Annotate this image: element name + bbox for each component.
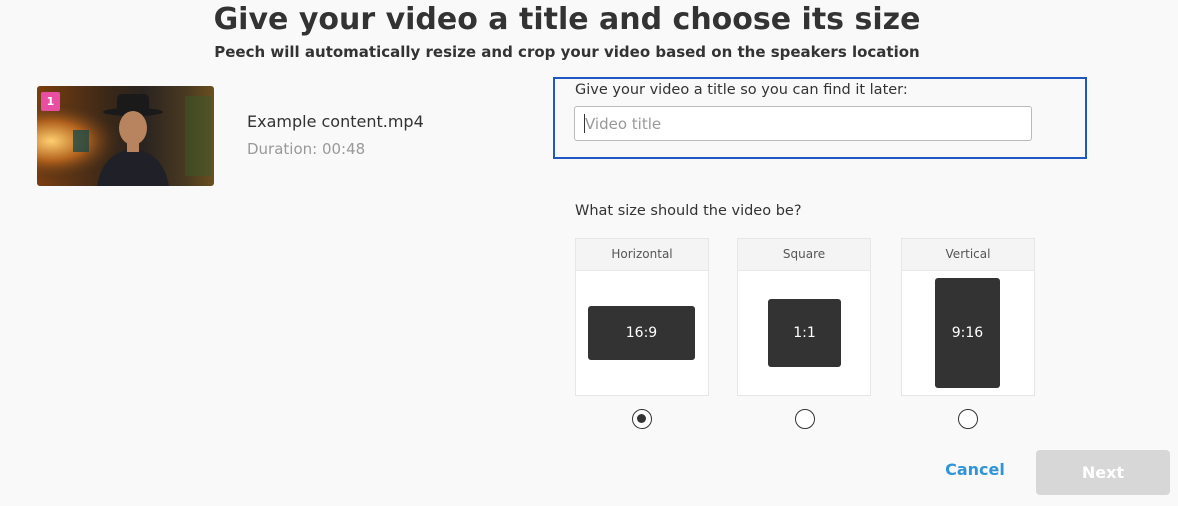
size-option-horizontal-label: Horizontal [576,239,708,271]
radio-square[interactable] [795,409,815,429]
ratio-16-9-preview: 16:9 [588,306,695,360]
video-file-name: Example content.mp4 [247,112,424,131]
next-button[interactable]: Next [1036,450,1170,495]
text-caret [584,114,585,133]
video-duration: Duration: 00:48 [247,140,366,158]
video-title-input[interactable] [574,106,1032,141]
size-option-square-label: Square [738,239,870,271]
radio-vertical[interactable] [958,409,978,429]
size-option-horizontal[interactable]: Horizontal 16:9 [575,238,709,396]
ratio-1-1-preview: 1:1 [768,299,841,367]
size-option-vertical-label: Vertical [902,239,1034,271]
page-title: Give your video a title and choose its s… [213,2,921,37]
radio-horizontal[interactable] [632,409,652,429]
thumbnail-image [37,86,214,186]
video-thumbnail[interactable]: 1 [37,86,214,186]
size-question-label: What size should the video be? [575,203,802,219]
size-option-square[interactable]: Square 1:1 [737,238,871,396]
title-field-label: Give your video a title so you can find … [575,82,908,98]
size-option-vertical[interactable]: Vertical 9:16 [901,238,1035,396]
page-subtitle: Peech will automatically resize and crop… [214,43,920,61]
ratio-9-16-preview: 9:16 [935,278,1000,388]
cancel-button[interactable]: Cancel [936,460,1014,484]
video-index-badge: 1 [41,92,60,111]
